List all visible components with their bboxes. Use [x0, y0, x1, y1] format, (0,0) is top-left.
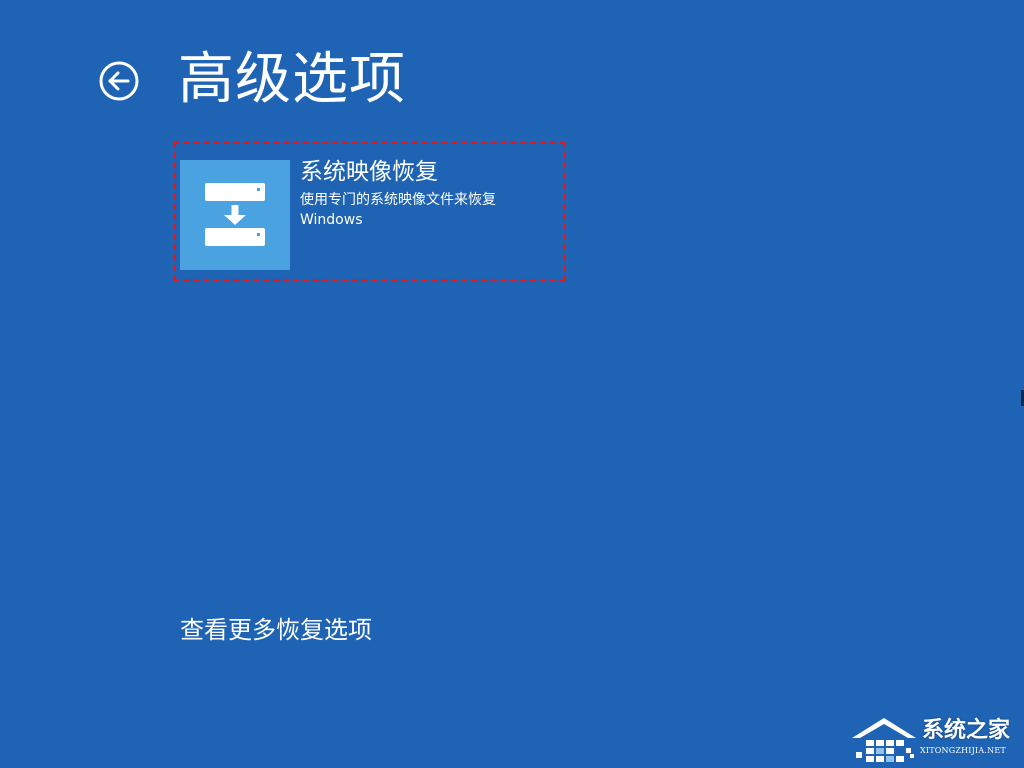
- more-recovery-options-link[interactable]: 查看更多恢复选项: [180, 613, 372, 647]
- watermark-brand: 系统之家: [922, 718, 1011, 743]
- option-description-line2: Windows: [300, 212, 363, 228]
- option-icon-tile: [180, 160, 290, 270]
- option-title: 系统映像恢复: [300, 159, 438, 185]
- advanced-options-screen: 高级选项 系统映像恢复 使用专门的系统映像文件来恢复 Windows 查看更多恢…: [0, 0, 1024, 768]
- system-image-restore-icon: [205, 183, 265, 246]
- watermark-url: XITONGZHIJIA.NET: [920, 746, 1006, 755]
- house-logo-icon: [852, 718, 916, 762]
- back-arrow-icon: [99, 61, 139, 101]
- system-image-restore-option[interactable]: 系统映像恢复 使用专门的系统映像文件来恢复 Windows: [180, 159, 560, 270]
- option-description-line1: 使用专门的系统映像文件来恢复: [300, 192, 496, 208]
- back-button[interactable]: [99, 61, 139, 101]
- watermark-logo: 系统之家 XITONGZHIJIA.NET: [848, 712, 1020, 764]
- option-description: 使用专门的系统映像文件来恢复 Windows: [300, 190, 540, 230]
- page-title: 高级选项: [178, 47, 406, 112]
